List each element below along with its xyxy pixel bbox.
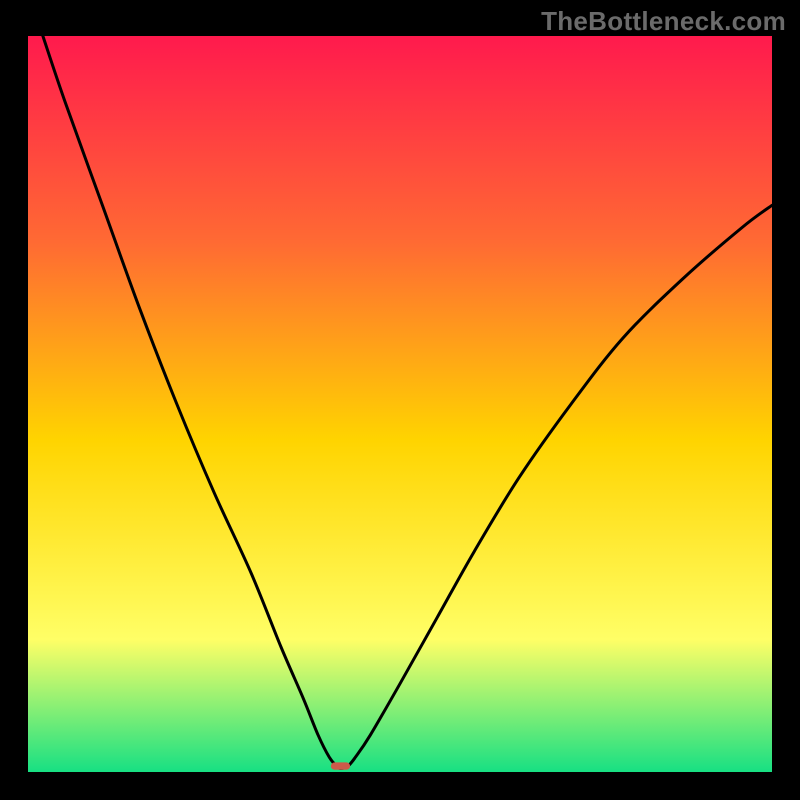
plot-area [28, 36, 772, 772]
min-marker [331, 762, 350, 769]
plot-svg [28, 36, 772, 772]
watermark-text: TheBottleneck.com [541, 6, 786, 37]
gradient-background [28, 36, 772, 772]
chart-container: TheBottleneck.com [0, 0, 800, 800]
